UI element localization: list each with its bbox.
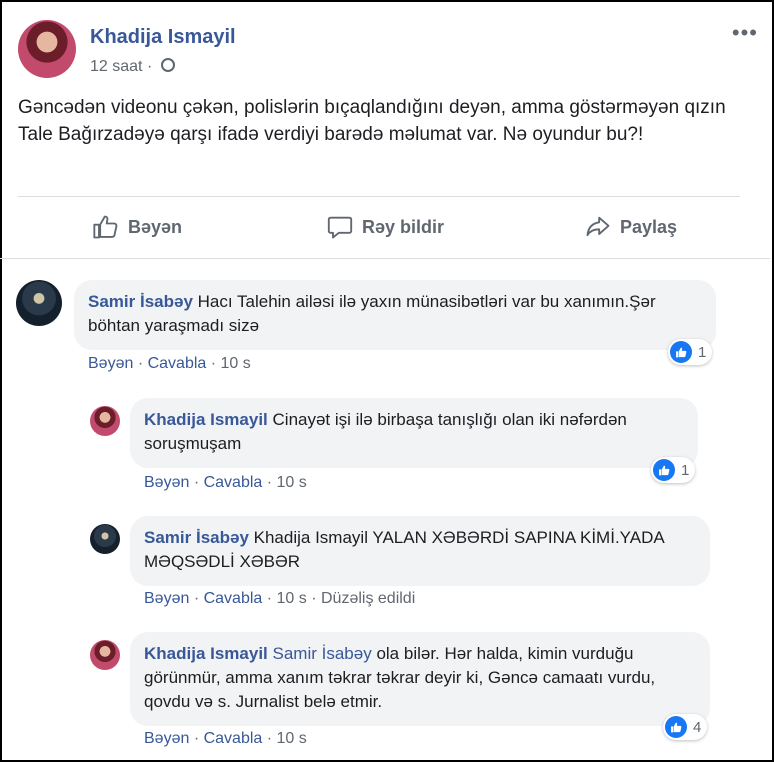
like-button[interactable]: Bəyən bbox=[92, 206, 182, 248]
comments-divider bbox=[0, 258, 770, 259]
thumbs-up-icon bbox=[93, 215, 118, 239]
reply-reply-link[interactable]: Cavabla bbox=[204, 474, 263, 491]
reply-like-link[interactable]: Bəyən bbox=[144, 474, 189, 491]
comment-reply-link[interactable]: Cavabla bbox=[148, 355, 207, 372]
reply-footer: Bəyən · Cavabla · 10 s · Düzəliş edildi bbox=[144, 590, 416, 607]
reply-bubble: Samir İsabəy Khadija Ismayil YALAN XƏBƏR… bbox=[130, 516, 710, 586]
reply-reply-link[interactable]: Cavabla bbox=[204, 590, 263, 607]
globe-icon bbox=[160, 58, 175, 72]
reply-avatar[interactable] bbox=[90, 406, 120, 436]
edited-label[interactable]: Düzəliş edildi bbox=[321, 590, 415, 607]
share-button[interactable]: Paylaş bbox=[584, 206, 677, 248]
more-options-icon[interactable]: ••• bbox=[732, 20, 758, 46]
comment-icon bbox=[327, 216, 353, 239]
reply-bubble: Khadija Ismayil Cinayət işi ilə birbaşa … bbox=[130, 398, 698, 468]
comment-time[interactable]: 10 s bbox=[221, 355, 251, 372]
post-header: Khadija Ismayil 12 saat · ••• bbox=[18, 20, 758, 84]
reaction-count[interactable]: 4 bbox=[663, 714, 708, 740]
reaction-number: 1 bbox=[698, 343, 707, 361]
reply-time[interactable]: 10 s bbox=[277, 590, 307, 607]
reply-avatar[interactable] bbox=[90, 524, 120, 554]
commenter-avatar[interactable] bbox=[16, 280, 62, 326]
post-text: Gəncədən videonu çəkən, polislərin bıçaq… bbox=[18, 97, 726, 145]
like-reaction-icon bbox=[670, 341, 692, 363]
comment-label: Rəy bildir bbox=[362, 216, 445, 237]
comment-bubble: Samir İsabəy Hacı Talehin ailəsi ilə yax… bbox=[74, 280, 716, 350]
reply-like-link[interactable]: Bəyən bbox=[144, 590, 189, 607]
reply-time[interactable]: 10 s bbox=[277, 474, 307, 491]
author-avatar[interactable] bbox=[18, 20, 76, 78]
comment-like-link[interactable]: Bəyən bbox=[88, 355, 133, 372]
comment-button[interactable]: Rəy bildir bbox=[326, 206, 444, 248]
reaction-count[interactable]: 1 bbox=[668, 339, 713, 365]
reply-avatar[interactable] bbox=[90, 640, 120, 670]
divider bbox=[18, 196, 740, 197]
reply-time[interactable]: 10 s bbox=[277, 730, 307, 747]
reply-mention[interactable]: Samir İsabəy bbox=[273, 644, 372, 663]
post-meta: 12 saat · bbox=[90, 58, 175, 76]
meta-separator: · bbox=[146, 58, 153, 75]
comment-author[interactable]: Samir İsabəy bbox=[88, 292, 193, 311]
reaction-count[interactable]: 1 bbox=[651, 457, 696, 483]
like-reaction-icon bbox=[653, 459, 675, 481]
comment-footer: Bəyən · Cavabla · 10 s bbox=[88, 355, 251, 372]
reply-bubble: Khadija Ismayil Samir İsabəy ola bilər. … bbox=[130, 632, 710, 726]
post-author-name[interactable]: Khadija Ismayil bbox=[90, 26, 236, 49]
reply-footer: Bəyən · Cavabla · 10 s bbox=[144, 474, 307, 491]
like-label: Bəyən bbox=[128, 216, 183, 237]
reply-footer: Bəyən · Cavabla · 10 s bbox=[144, 730, 307, 747]
reaction-number: 4 bbox=[693, 718, 702, 736]
reply-author[interactable]: Khadija Ismayil bbox=[144, 644, 268, 663]
post-time[interactable]: 12 saat bbox=[90, 58, 142, 75]
reply-author[interactable]: Khadija Ismayil bbox=[144, 410, 268, 429]
reaction-number: 1 bbox=[681, 461, 690, 479]
post-actions: Bəyən Rəy bildir Paylaş bbox=[18, 206, 740, 248]
share-label: Paylaş bbox=[620, 216, 678, 237]
share-icon bbox=[586, 216, 610, 237]
reply-reply-link[interactable]: Cavabla bbox=[204, 730, 263, 747]
like-reaction-icon bbox=[665, 716, 687, 738]
reply-author[interactable]: Samir İsabəy bbox=[144, 528, 249, 547]
reply-like-link[interactable]: Bəyən bbox=[144, 730, 189, 747]
